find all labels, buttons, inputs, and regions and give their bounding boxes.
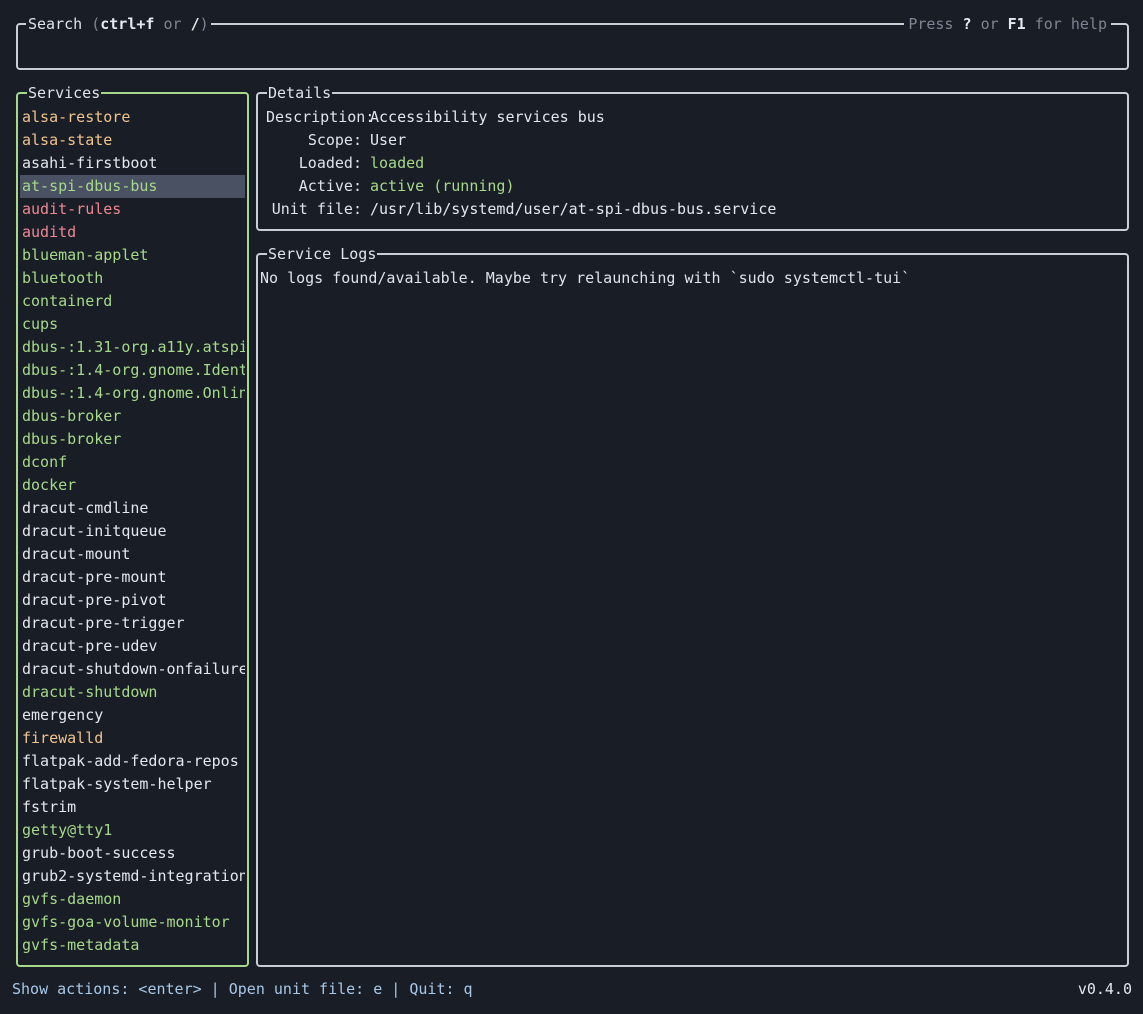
service-logs-text: No logs found/available. Maybe try relau…	[260, 269, 911, 287]
detail-row-unit-file: Unit file: /usr/lib/systemd/user/at-spi-d…	[266, 198, 777, 221]
search-shortcut-slash: /	[190, 15, 200, 33]
unit-file-value: /usr/lib/systemd/user/at-spi-dbus-bus.se…	[370, 200, 777, 218]
detail-row-loaded: Loaded: loaded	[266, 152, 424, 175]
service-item[interactable]: gvfs-metadata	[20, 934, 245, 957]
service-item[interactable]: emergency	[20, 704, 245, 727]
search-open-paren: (	[91, 15, 101, 33]
service-item[interactable]: gvfs-goa-volume-monitor	[20, 911, 245, 934]
service-item[interactable]: dconf	[20, 451, 245, 474]
service-item[interactable]: dbus-broker	[20, 405, 245, 428]
help-key-f1: F1	[1007, 15, 1026, 33]
service-item[interactable]: dracut-shutdown-onfailure	[20, 658, 245, 681]
service-item[interactable]: audit-rules	[20, 198, 245, 221]
details-title: Details	[267, 83, 333, 103]
service-item[interactable]: flatpak-system-helper	[20, 773, 245, 796]
loaded-label: Loaded:	[298, 154, 362, 172]
loaded-value: loaded	[370, 154, 425, 172]
search-close-paren: )	[199, 15, 209, 33]
version-label: v0.4.0	[1077, 980, 1132, 998]
service-item[interactable]: blueman-applet	[20, 244, 245, 267]
service-item[interactable]: getty@tty1	[20, 819, 245, 842]
service-item[interactable]: alsa-state	[20, 129, 245, 152]
detail-row-description: Description:Accessibility services bus	[266, 106, 605, 129]
unit-file-label: Unit file:	[271, 200, 362, 218]
service-item[interactable]: dracut-cmdline	[20, 497, 245, 520]
services-list[interactable]: alsa-restore alsa-state asahi-firstboot at-…	[20, 106, 245, 957]
service-item[interactable]: gvfs-daemon	[20, 888, 245, 911]
service-item[interactable]: dbus-:1.31-org.a11y.atspi.Re	[20, 336, 245, 359]
detail-row-scope: Scope: User	[266, 129, 406, 152]
service-item[interactable]: grub-boot-success	[20, 842, 245, 865]
search-input[interactable]	[26, 35, 1119, 58]
help-suffix-text: for help	[1034, 15, 1107, 33]
description-label: Description:	[266, 108, 375, 126]
detail-row-active: Active: active (running)	[266, 175, 515, 198]
service-item[interactable]: dracut-mount	[20, 543, 245, 566]
search-shortcut-ctrl-f: ctrl+f	[100, 15, 155, 33]
service-item[interactable]: flatpak-add-fedora-repos	[20, 750, 245, 773]
service-item[interactable]: dracut-initqueue	[20, 520, 245, 543]
service-item[interactable]: cups	[20, 313, 245, 336]
search-box[interactable]: Search (ctrl+f or /) Press ? or F1 for h…	[16, 14, 1129, 70]
service-item[interactable]: containerd	[20, 290, 245, 313]
services-title: Services	[27, 83, 102, 103]
service-item[interactable]: fstrim	[20, 796, 245, 819]
service-item[interactable]: grub2-systemd-integration	[20, 865, 245, 888]
help-or-text: or	[980, 15, 999, 33]
services-panel: Services alsa-restore alsa-state asahi-fir…	[16, 83, 249, 967]
search-or-text: or	[163, 15, 182, 33]
service-item[interactable]: docker	[20, 474, 245, 497]
service-item[interactable]: bluetooth	[20, 267, 245, 290]
search-title: Search (ctrl+f or /)	[26, 14, 211, 34]
service-item[interactable]: asahi-firstboot	[20, 152, 245, 175]
active-label: Active:	[298, 177, 362, 195]
scope-value: User	[370, 131, 407, 149]
service-item[interactable]: dbus-:1.4-org.gnome.Identity	[20, 359, 245, 382]
service-item[interactable]: dracut-pre-udev	[20, 635, 245, 658]
service-item[interactable]: dracut-pre-trigger	[20, 612, 245, 635]
help-key-question: ?	[962, 15, 972, 33]
service-item[interactable]: dracut-shutdown	[20, 681, 245, 704]
service-item[interactable]: dbus-:1.4-org.gnome.OnlineAc	[20, 382, 245, 405]
description-value: Accessibility services bus	[370, 108, 605, 126]
service-logs-title: Service Logs	[267, 244, 378, 264]
help-press-text: Press	[908, 15, 954, 33]
service-item[interactable]: auditd	[20, 221, 245, 244]
service-item[interactable]: at-spi-dbus-bus	[20, 175, 245, 198]
footer-shortcuts: Show actions: <enter> | Open unit file: …	[12, 980, 473, 998]
service-item[interactable]: dracut-pre-pivot	[20, 589, 245, 612]
service-item[interactable]: dbus-broker	[20, 428, 245, 451]
service-item[interactable]: firewalld	[20, 727, 245, 750]
scope-label: Scope:	[307, 131, 362, 149]
active-value: active (running)	[370, 177, 515, 195]
details-panel: Details Description:Accessibility servic…	[256, 83, 1129, 231]
service-item[interactable]: alsa-restore	[20, 106, 245, 129]
help-hint: Press ? or F1 for help	[904, 14, 1111, 34]
service-item[interactable]: dracut-pre-mount	[20, 566, 245, 589]
search-label: Search	[28, 15, 83, 33]
service-logs-panel[interactable]: Service Logs No logs found/available. Ma…	[256, 244, 1129, 967]
